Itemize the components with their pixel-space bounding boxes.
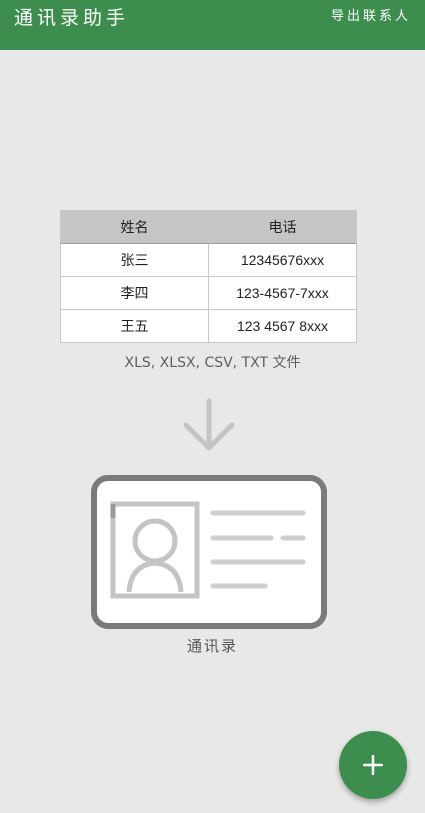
table-header-row: 姓名 电话 xyxy=(60,210,357,244)
table-row: 王五 123 4567 8xxx xyxy=(60,309,357,343)
app-title: 通讯录助手 xyxy=(14,7,130,29)
contacts-caption: 通讯录 xyxy=(186,637,238,655)
table-row: 张三 12345676xxx xyxy=(60,243,357,277)
table-cell-name: 张三 xyxy=(60,243,209,277)
export-contacts-button[interactable]: 导出联系人 xyxy=(331,8,411,26)
table-cell-phone: 12345676xxx xyxy=(208,243,357,277)
add-button[interactable] xyxy=(339,731,407,799)
table-header-name: 姓名 xyxy=(60,210,209,244)
table-cell-phone: 123 4567 8xxx xyxy=(208,309,357,343)
table-cell-phone: 123-4567-7xxx xyxy=(208,276,357,310)
plus-icon xyxy=(363,755,383,775)
supported-formats-text: XLS, XLSX, CSV, TXT 文件 xyxy=(124,355,301,371)
table-cell-name: 王五 xyxy=(60,309,209,343)
table-cell-name: 李四 xyxy=(60,276,209,310)
sample-table: 姓名 电话 张三 12345676xxx 李四 123-4567-7xxx 王五… xyxy=(60,210,357,343)
arrow-down-icon xyxy=(183,398,235,451)
table-row: 李四 123-4567-7xxx xyxy=(60,276,357,310)
app-bar: 通讯录助手 导出联系人 xyxy=(0,0,425,50)
contact-card-icon xyxy=(91,475,327,629)
table-header-phone: 电话 xyxy=(208,210,357,244)
